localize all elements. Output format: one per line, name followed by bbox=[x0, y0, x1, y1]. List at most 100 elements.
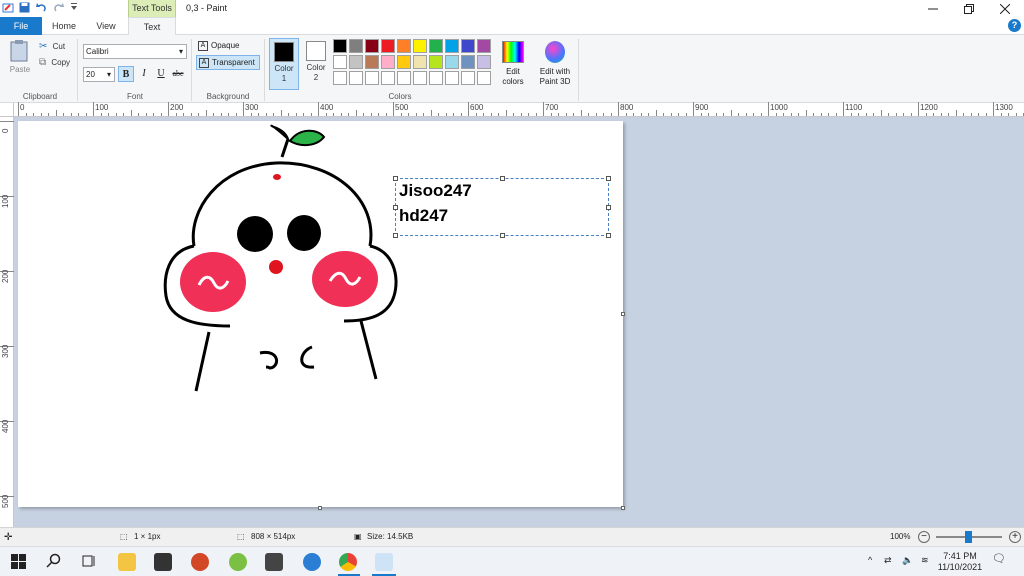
calculator-icon[interactable] bbox=[265, 553, 283, 571]
chrome-icon[interactable] bbox=[339, 553, 357, 571]
edit-with-paint3d-button[interactable]: Edit with Paint 3D bbox=[535, 39, 575, 87]
ruler-label: 500 bbox=[395, 103, 409, 112]
clock[interactable]: 7:41 PM 11/10/2021 bbox=[936, 551, 984, 573]
ruler-minor-tick bbox=[610, 113, 612, 116]
app-icon[interactable] bbox=[229, 553, 247, 571]
font-family-select[interactable]: Calibri ▾ bbox=[83, 44, 187, 59]
task-view-icon[interactable] bbox=[81, 553, 99, 571]
save-icon[interactable] bbox=[19, 2, 30, 13]
opaque-option[interactable]: A Opaque bbox=[196, 39, 260, 54]
chevron-up-icon[interactable]: ^ bbox=[868, 555, 872, 566]
close-button[interactable] bbox=[988, 0, 1022, 17]
textbox-handle[interactable] bbox=[393, 176, 398, 181]
notifications-icon[interactable]: 🗨 bbox=[992, 554, 1006, 565]
windows-start-icon[interactable] bbox=[10, 553, 28, 571]
palette-swatch[interactable] bbox=[381, 55, 395, 69]
palette-swatch[interactable] bbox=[477, 55, 491, 69]
tab-file[interactable]: File bbox=[0, 17, 42, 35]
ruler-minor-tick bbox=[910, 113, 912, 116]
palette-swatch[interactable] bbox=[365, 71, 379, 85]
zoom-in-button[interactable]: + bbox=[1009, 531, 1021, 543]
zoom-out-button[interactable]: − bbox=[918, 531, 930, 543]
palette-swatch[interactable] bbox=[381, 71, 395, 85]
text-box[interactable]: Jisoo247 hd247 bbox=[393, 176, 611, 238]
palette-swatch[interactable] bbox=[349, 71, 363, 85]
paste-button[interactable]: Paste bbox=[6, 39, 34, 74]
app-icon[interactable] bbox=[303, 553, 321, 571]
bold-button[interactable]: B bbox=[118, 66, 134, 82]
restore-button[interactable] bbox=[952, 0, 986, 17]
color2-index: 2 bbox=[313, 73, 319, 82]
palette-swatch[interactable] bbox=[429, 39, 443, 53]
powerpoint-icon[interactable] bbox=[191, 553, 209, 571]
palette-swatch[interactable] bbox=[397, 71, 411, 85]
drawing-canvas[interactable]: Jisoo247 hd247 bbox=[18, 121, 625, 510]
textbox-handle[interactable] bbox=[606, 233, 611, 238]
ruler-tick bbox=[0, 121, 14, 122]
edit-colors-button[interactable]: Edit colors bbox=[498, 39, 528, 87]
customize-qat-icon[interactable] bbox=[70, 2, 78, 13]
tab-home[interactable]: Home bbox=[44, 17, 84, 35]
textbox-handle[interactable] bbox=[393, 233, 398, 238]
search-icon[interactable] bbox=[46, 553, 64, 571]
volume-icon[interactable]: 🔈 bbox=[902, 555, 913, 566]
palette-swatch[interactable] bbox=[349, 39, 363, 53]
textbox-handle[interactable] bbox=[500, 233, 505, 238]
palette-swatch[interactable] bbox=[349, 55, 363, 69]
textbox-handle[interactable] bbox=[500, 176, 505, 181]
color2-selector[interactable]: Color 2 bbox=[301, 38, 331, 90]
canvas-resize-handle-bottom[interactable] bbox=[318, 506, 322, 510]
zoom-slider-thumb[interactable] bbox=[965, 531, 972, 543]
palette-swatch[interactable] bbox=[413, 71, 427, 85]
palette-swatch[interactable] bbox=[397, 39, 411, 53]
palette-swatch[interactable] bbox=[413, 39, 427, 53]
font-size-select[interactable]: 20 ▾ bbox=[83, 67, 115, 82]
palette-swatch[interactable] bbox=[477, 71, 491, 85]
paint-taskbar-icon[interactable] bbox=[375, 553, 393, 571]
palette-swatch[interactable] bbox=[429, 55, 443, 69]
store-icon[interactable] bbox=[154, 553, 172, 571]
ruler-label: 700 bbox=[545, 103, 559, 112]
network-icon[interactable]: ⇄ bbox=[884, 555, 892, 566]
ruler-label: 1000 bbox=[770, 103, 788, 112]
palette-swatch[interactable] bbox=[445, 39, 459, 53]
palette-swatch[interactable] bbox=[333, 71, 347, 85]
palette-swatch[interactable] bbox=[429, 71, 443, 85]
palette-swatch[interactable] bbox=[333, 39, 347, 53]
canvas-resize-handle-right[interactable] bbox=[621, 312, 625, 316]
transparent-option[interactable]: A Transparent bbox=[196, 55, 260, 70]
palette-swatch[interactable] bbox=[477, 39, 491, 53]
palette-swatch[interactable] bbox=[333, 55, 347, 69]
underline-button[interactable]: U bbox=[153, 66, 169, 82]
file-explorer-icon[interactable] bbox=[118, 553, 136, 571]
ruler-minor-tick bbox=[55, 110, 57, 116]
undo-icon[interactable] bbox=[36, 2, 47, 13]
paint-app-icon[interactable] bbox=[2, 2, 14, 13]
minimize-button[interactable] bbox=[916, 0, 950, 17]
strikethrough-button[interactable]: abc bbox=[170, 66, 186, 82]
palette-swatch[interactable] bbox=[413, 55, 427, 69]
tab-text[interactable]: Text bbox=[128, 17, 176, 36]
palette-swatch[interactable] bbox=[445, 71, 459, 85]
palette-swatch[interactable] bbox=[397, 55, 411, 69]
palette-swatch[interactable] bbox=[461, 71, 475, 85]
textbox-handle[interactable] bbox=[606, 205, 611, 210]
wifi-icon[interactable]: ≋ bbox=[921, 555, 929, 566]
tab-view[interactable]: View bbox=[86, 17, 126, 35]
italic-button[interactable]: I bbox=[136, 66, 152, 82]
help-icon[interactable]: ? bbox=[1008, 19, 1021, 32]
palette-swatch[interactable] bbox=[365, 39, 379, 53]
cut-button[interactable]: ✂ Cut bbox=[39, 41, 65, 52]
color2-label: Color bbox=[306, 63, 326, 72]
canvas-resize-handle-corner[interactable] bbox=[621, 506, 625, 510]
copy-button[interactable]: ⧉ Copy bbox=[39, 57, 70, 68]
palette-swatch[interactable] bbox=[461, 39, 475, 53]
palette-swatch[interactable] bbox=[461, 55, 475, 69]
textbox-handle[interactable] bbox=[606, 176, 611, 181]
palette-swatch[interactable] bbox=[365, 55, 379, 69]
color1-selector[interactable]: Color 1 bbox=[269, 38, 299, 90]
palette-swatch[interactable] bbox=[445, 55, 459, 69]
redo-icon[interactable] bbox=[53, 2, 64, 13]
palette-swatch[interactable] bbox=[381, 39, 395, 53]
textbox-handle[interactable] bbox=[393, 205, 398, 210]
